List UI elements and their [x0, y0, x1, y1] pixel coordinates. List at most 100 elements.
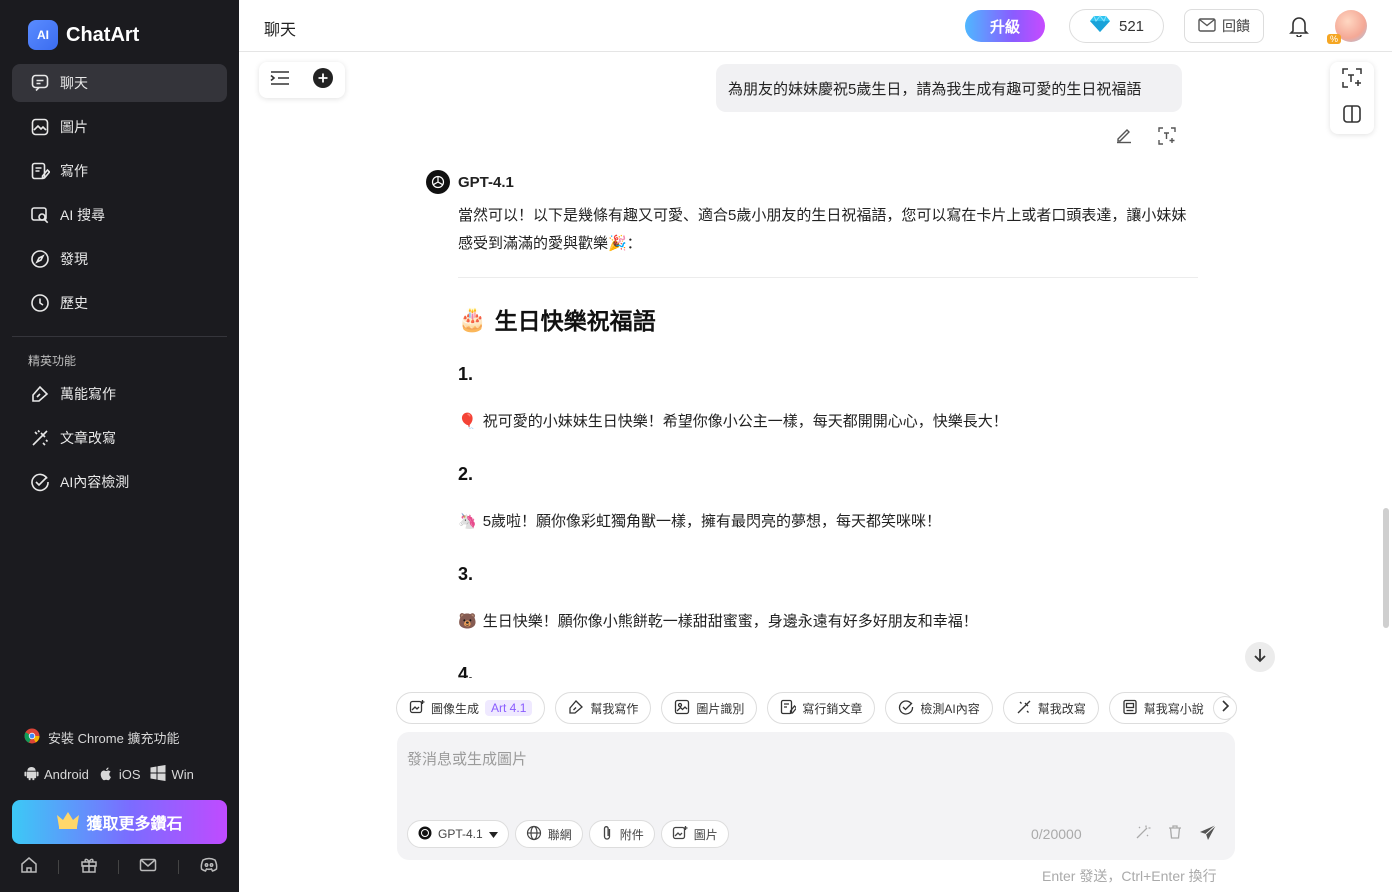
- footer-separator: [177, 860, 179, 874]
- gems-balance-button[interactable]: 521: [1069, 9, 1164, 43]
- sidebar-item-label: 寫作: [60, 163, 88, 179]
- sidebar-item-universal-write[interactable]: 萬能寫作: [12, 375, 227, 413]
- quick-action-label: 檢測AI內容: [920, 701, 980, 716]
- windows-link[interactable]: Win: [150, 765, 194, 784]
- mail-icon: [1198, 17, 1216, 35]
- quick-action-image-recognize[interactable]: 圖片識別: [661, 692, 758, 724]
- image-recognize-icon: [674, 699, 690, 718]
- logo-text: ChatArt: [66, 23, 140, 46]
- gems-count: 521: [1118, 17, 1145, 35]
- image-icon: [672, 825, 688, 844]
- response-heading: 🎂 生日快樂祝福語: [458, 302, 656, 336]
- ai-select-icon[interactable]: [1157, 126, 1177, 151]
- sidebar-item-label: 聊天: [60, 75, 88, 91]
- model-tag: Art 4.1: [485, 700, 533, 716]
- new-chat-icon[interactable]: [312, 67, 334, 94]
- screenshot-ai-icon[interactable]: [1341, 67, 1363, 94]
- chat-scrollbar[interactable]: [1383, 508, 1389, 628]
- sidebar-item-rewrite[interactable]: 文章改寫: [12, 419, 227, 457]
- globe-icon: [526, 825, 542, 844]
- message-input[interactable]: [407, 748, 1217, 798]
- send-icon[interactable]: [1199, 824, 1217, 847]
- quick-action-image-gen[interactable]: 圖像生成 Art 4.1: [396, 692, 546, 724]
- upgrade-button[interactable]: 升級: [965, 10, 1045, 42]
- get-more-gems-button[interactable]: 獲取更多鑽石: [12, 800, 227, 844]
- ios-link[interactable]: iOS: [99, 766, 140, 784]
- quick-action-marketing[interactable]: 寫行銷文章: [767, 692, 876, 724]
- edit-icon[interactable]: [1115, 126, 1133, 151]
- sidebar-item-history[interactable]: 歷史: [12, 284, 227, 322]
- quick-actions: 圖像生成 Art 4.1 幫我寫作 圖片識別 寫行銷文章 檢測AI內容 幫我改寫…: [396, 692, 1231, 724]
- gift-icon[interactable]: [80, 856, 98, 879]
- compass-icon: [30, 249, 50, 269]
- rewrite-icon: [1016, 699, 1032, 718]
- sidebar-item-write[interactable]: 寫作: [12, 152, 227, 190]
- chrome-extension-label: 安裝 Chrome 擴充功能: [48, 731, 180, 746]
- toggle-sidebar-icon[interactable]: [270, 70, 290, 91]
- sidebar-item-image[interactable]: 圖片: [12, 108, 227, 146]
- trash-icon[interactable]: [1167, 824, 1183, 847]
- feedback-label: 回饋: [1222, 18, 1250, 34]
- magic-wand-icon[interactable]: [1135, 824, 1151, 847]
- logo[interactable]: AI ChatArt: [28, 20, 139, 50]
- feedback-button[interactable]: 回饋: [1184, 9, 1264, 43]
- quick-action-label: 寫行銷文章: [802, 701, 863, 716]
- sidebar-item-ai-detect[interactable]: AI內容檢測: [12, 463, 227, 501]
- crown-icon: [56, 811, 80, 834]
- sidebar-item-chat[interactable]: 聊天: [12, 64, 227, 102]
- android-link[interactable]: Android: [24, 766, 89, 784]
- sidebar-item-label: 歷史: [60, 295, 88, 311]
- windows-icon: [150, 765, 166, 784]
- discord-icon[interactable]: [199, 856, 219, 879]
- chat-floating-toolbar: [259, 62, 345, 98]
- ai-search-icon: [30, 205, 50, 225]
- quick-action-detect-ai[interactable]: 檢測AI內容: [885, 692, 993, 724]
- attach-button[interactable]: 附件: [588, 820, 655, 848]
- sidebar-item-label: 圖片: [60, 119, 88, 135]
- chrome-extension-link[interactable]: 安裝 Chrome 擴充功能: [24, 728, 179, 747]
- write-icon: [30, 161, 50, 181]
- wish-number: 4.: [458, 664, 474, 678]
- footer-separator: [58, 860, 60, 874]
- web-search-toggle[interactable]: 聯網: [514, 820, 583, 848]
- char-counter: 0/20000: [1031, 826, 1082, 842]
- avatar[interactable]: %: [1327, 10, 1367, 44]
- home-icon[interactable]: [20, 856, 38, 879]
- arrow-down-icon: [1252, 647, 1268, 668]
- sidebar-item-label: 文章改寫: [60, 430, 116, 446]
- get-more-gems-label: 獲取更多鑽石: [86, 816, 183, 833]
- quick-action-help-write[interactable]: 幫我寫作: [555, 692, 652, 724]
- image-gen-icon: [409, 699, 425, 718]
- scroll-to-bottom-button[interactable]: [1245, 642, 1275, 672]
- split-view-icon[interactable]: [1342, 104, 1362, 129]
- bell-icon[interactable]: [1289, 15, 1309, 42]
- sidebar-item-ai-search[interactable]: AI 搜尋: [12, 196, 227, 234]
- chat-side-toolbar: [1330, 62, 1374, 134]
- model-select[interactable]: GPT-4.1: [407, 820, 509, 848]
- sidebar-item-discover[interactable]: 發現: [12, 240, 227, 278]
- bot-model-name: GPT-4.1: [458, 173, 514, 191]
- balloon-emoji: 🎈: [458, 412, 477, 430]
- unicorn-emoji: 🦄: [458, 512, 477, 530]
- user-message: 為朋友的妹妹慶祝5歲生日，請為我生成有趣可愛的生日祝福語: [716, 64, 1182, 112]
- quick-action-rewrite[interactable]: 幫我改寫: [1002, 692, 1099, 724]
- quick-actions-next-button[interactable]: [1213, 696, 1237, 720]
- image-icon: [30, 117, 50, 137]
- wish-item: 🦄 5歲啦！願你像彩虹獨角獸一樣，擁有最閃亮的夢想，每天都笑咪咪！: [458, 510, 941, 531]
- image-upload-button[interactable]: 圖片: [660, 820, 729, 848]
- quick-action-label: 圖片識別: [696, 701, 745, 716]
- sidebar-divider: [12, 336, 227, 337]
- sidebar-footer-icons: [0, 852, 239, 882]
- content-divider: [458, 277, 1198, 278]
- cake-emoji: 🎂: [458, 305, 487, 332]
- app-root: AI ChatArt 聊天 圖片 寫作 AI 搜尋 發現 歷史 精英功能 萬能寫…: [0, 0, 1392, 892]
- model-label: GPT-4.1: [438, 827, 483, 841]
- caret-down-icon: [488, 827, 498, 841]
- mail-icon[interactable]: [139, 856, 157, 879]
- bot-intro-text: 當然可以！以下是幾條有趣又可愛、適合5歲小朋友的生日祝福語，您可以寫在卡片上或者…: [458, 207, 1187, 252]
- sidebar: AI ChatArt 聊天 圖片 寫作 AI 搜尋 發現 歷史 精英功能 萬能寫…: [0, 0, 239, 892]
- composer-actions: [1135, 824, 1217, 847]
- windows-label: Win: [171, 767, 194, 782]
- logo-icon: AI: [28, 20, 58, 50]
- apple-icon: [99, 766, 114, 784]
